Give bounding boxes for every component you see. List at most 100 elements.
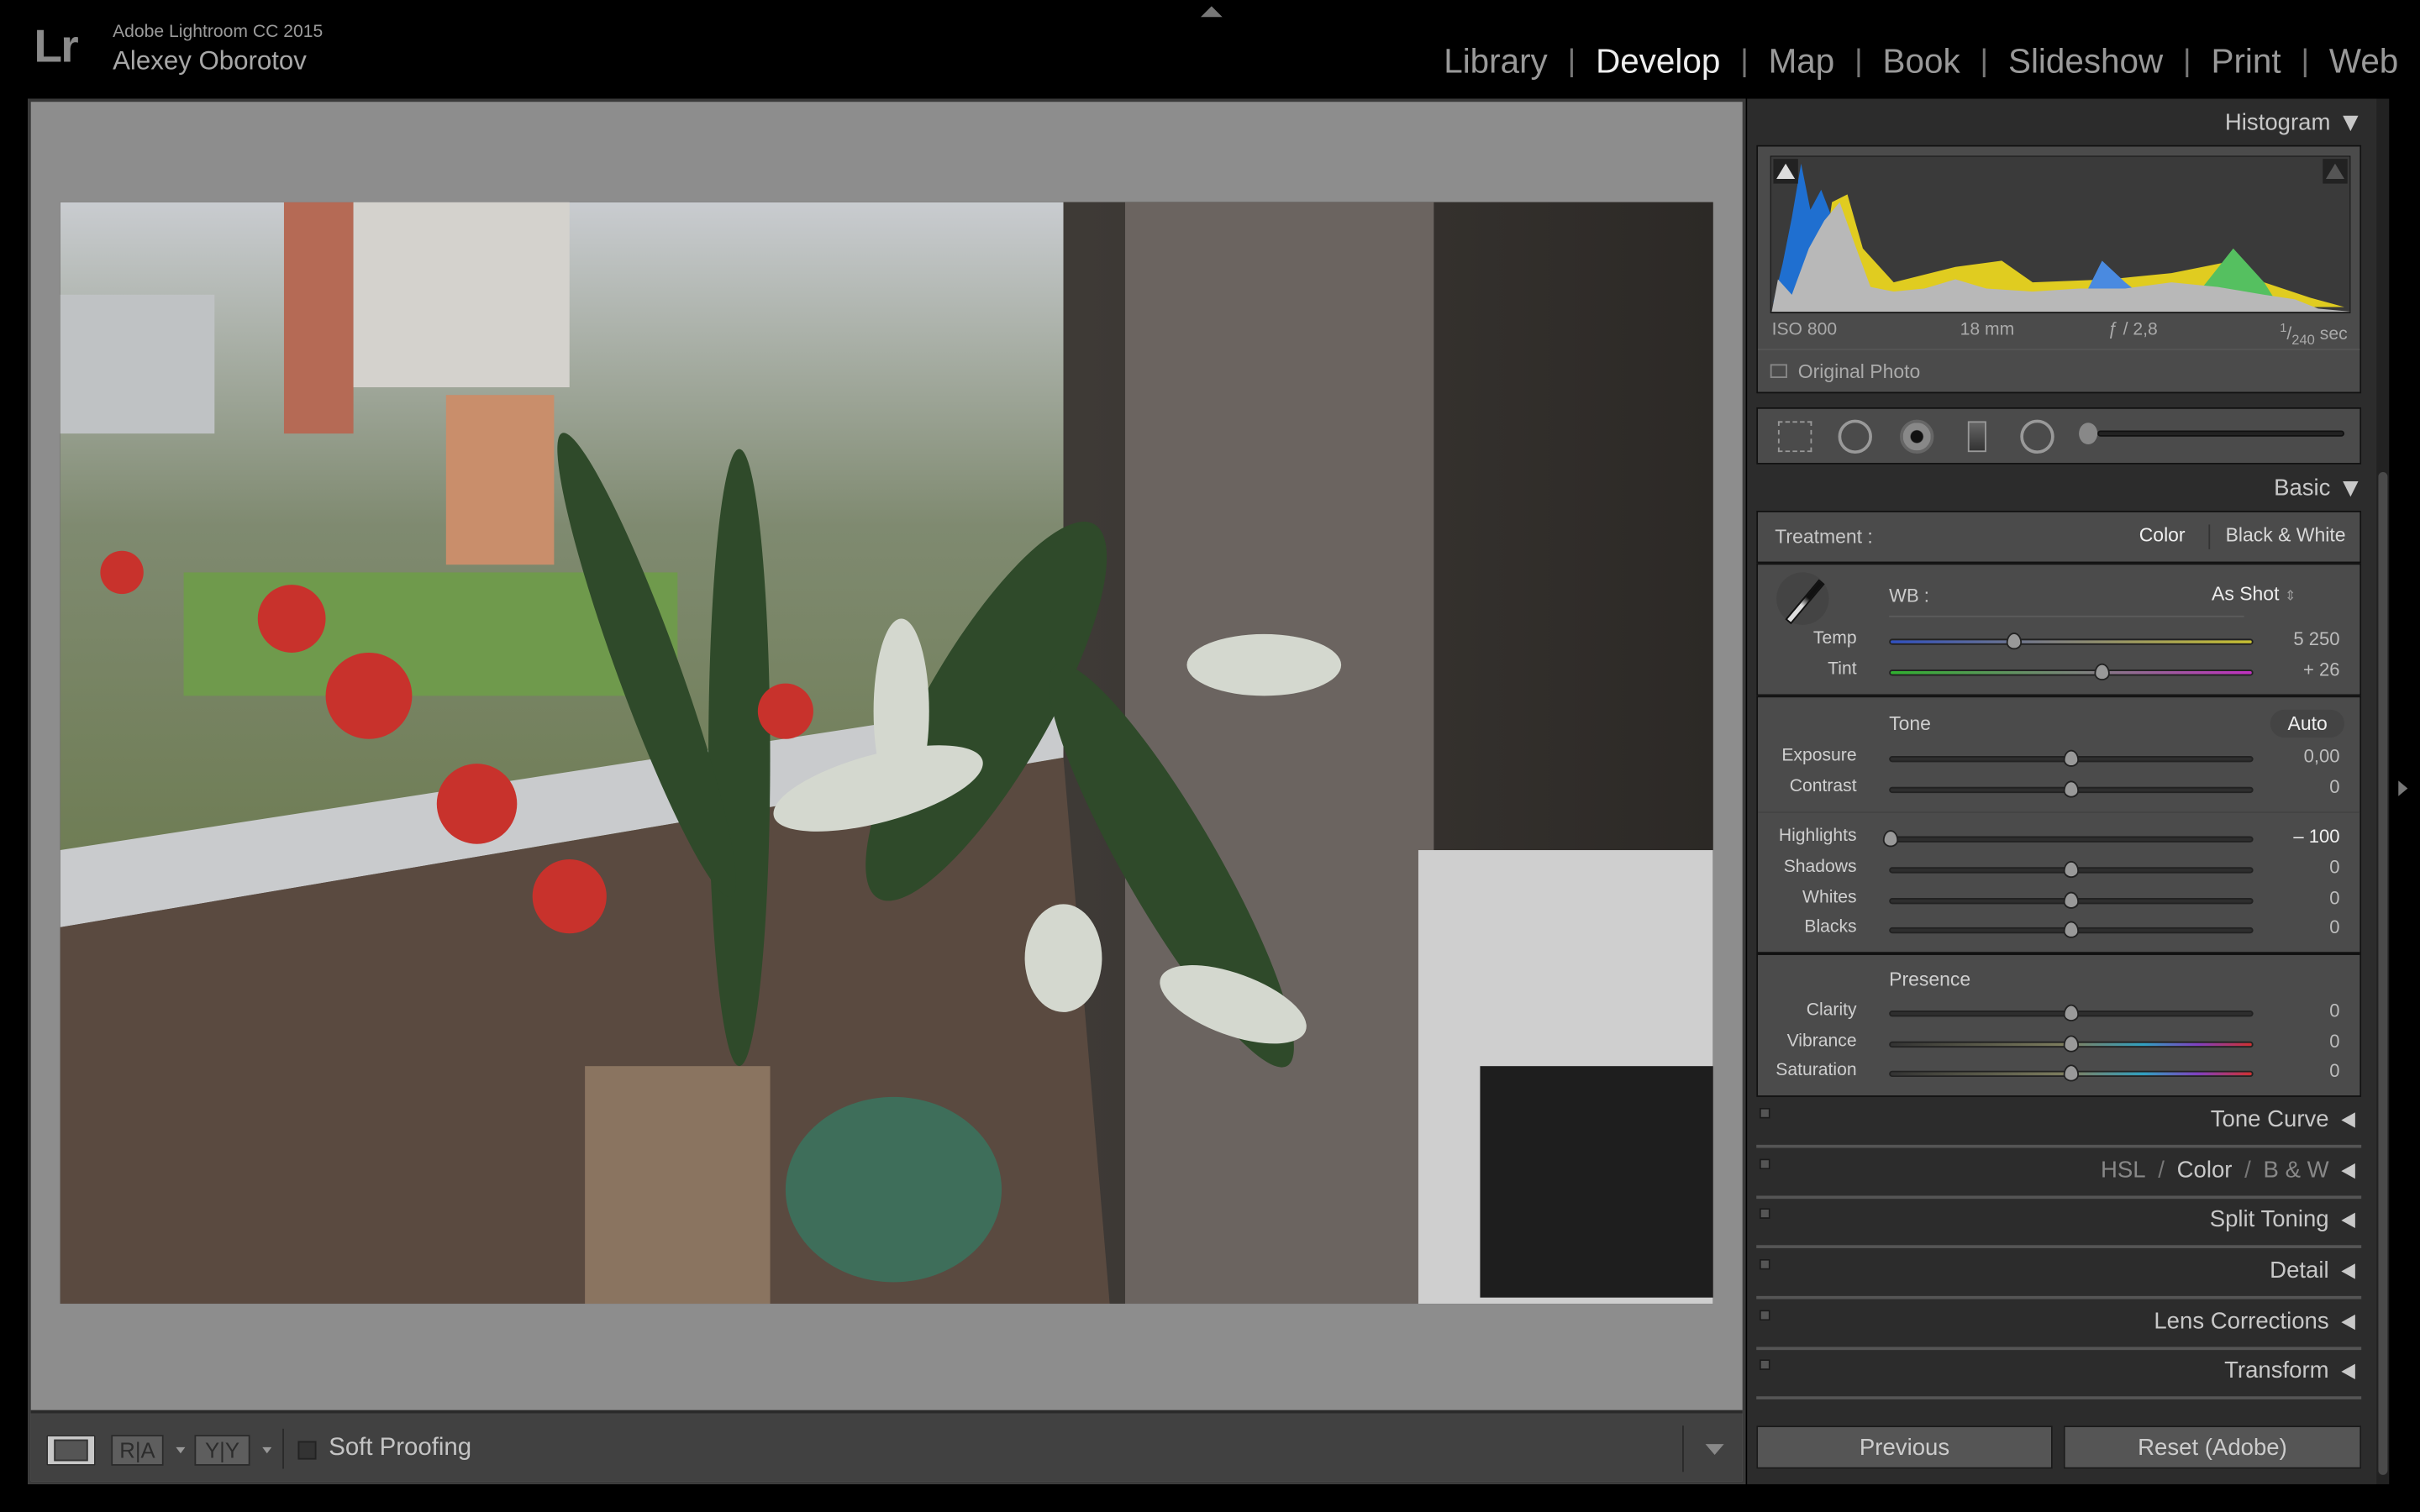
- panel-toggle-icon[interactable]: [1759, 1359, 1770, 1371]
- temp-slider-thumb[interactable]: [2005, 633, 2022, 650]
- shadows-value[interactable]: 0: [2329, 856, 2339, 878]
- lens-corrections-panel-header[interactable]: Lens Corrections: [1756, 1304, 2362, 1351]
- shadows-slider[interactable]: [1889, 860, 2254, 879]
- brush-handle: [2097, 430, 2345, 437]
- panel-toggle-icon[interactable]: [1759, 1310, 1770, 1321]
- panel-toggle-icon[interactable]: [1759, 1208, 1770, 1220]
- before-after-tb-dropdown-icon[interactable]: [262, 1446, 272, 1454]
- temp-value[interactable]: 5 250: [2293, 628, 2339, 650]
- tint-slider[interactable]: [1889, 663, 2254, 681]
- clarity-slider[interactable]: [1889, 1004, 2254, 1021]
- treatment-color-button[interactable]: Color: [2139, 524, 2186, 546]
- wb-dropdown[interactable]: As Shot ⇕: [2212, 583, 2296, 605]
- contrast-slider-thumb[interactable]: [2063, 780, 2080, 798]
- before-after-tb-button[interactable]: Y|Y: [194, 1435, 250, 1466]
- expand-icon: [2341, 1313, 2355, 1330]
- hsl-tab[interactable]: HSL: [2101, 1158, 2146, 1184]
- contrast-slider[interactable]: [1889, 780, 2254, 798]
- photo-image: [60, 202, 1713, 1305]
- panel-toggle-icon[interactable]: [1759, 1258, 1770, 1270]
- module-slideshow[interactable]: Slideshow: [2008, 42, 2163, 82]
- shadows-slider-thumb[interactable]: [2063, 860, 2080, 879]
- bw-tab[interactable]: B & W: [2264, 1158, 2329, 1184]
- wb-selector-eyedropper-icon[interactable]: [1776, 572, 1829, 625]
- exposure-slider-thumb[interactable]: [2063, 749, 2080, 767]
- focal-length: 18 mm: [1960, 321, 2015, 340]
- highlights-slider[interactable]: [1882, 830, 2254, 848]
- collapse-right-panel-icon[interactable]: [2398, 780, 2408, 796]
- whites-slider-thumb[interactable]: [2063, 891, 2080, 909]
- saturation-value[interactable]: 0: [2329, 1060, 2339, 1082]
- reset-button[interactable]: Reset (Adobe): [2063, 1425, 2362, 1469]
- scrollbar-thumb[interactable]: [2378, 472, 2388, 1475]
- expand-icon: [2341, 1162, 2355, 1179]
- lens-corrections-title: Lens Corrections: [2154, 1308, 2329, 1335]
- blacks-value[interactable]: 0: [2329, 916, 2339, 938]
- histogram-title: Histogram: [2224, 109, 2331, 136]
- soft-proofing-checkbox[interactable]: [297, 1441, 317, 1460]
- blacks-label: Blacks: [1804, 917, 1857, 937]
- previous-button[interactable]: Previous: [1756, 1425, 2053, 1469]
- module-book[interactable]: Book: [1883, 42, 1960, 82]
- saturation-slider[interactable]: [1889, 1064, 2254, 1082]
- exposure-value[interactable]: 0,00: [2304, 745, 2340, 767]
- hsl-panel-header[interactable]: HSL / Color / B & W: [1756, 1152, 2362, 1200]
- aperture: ƒ / 2,8: [2107, 321, 2158, 340]
- spot-removal-icon[interactable]: [1838, 419, 1872, 454]
- histogram-header[interactable]: Histogram: [2224, 109, 2359, 136]
- blacks-slider-thumb[interactable]: [2063, 921, 2080, 938]
- photo[interactable]: [60, 202, 1713, 1305]
- loupe-view-button[interactable]: [46, 1435, 96, 1466]
- tint-slider-thumb[interactable]: [2095, 663, 2111, 681]
- detail-panel-header[interactable]: Detail: [1756, 1252, 2362, 1299]
- adjustment-brush-icon[interactable]: [2079, 423, 2098, 444]
- collapse-top-icon[interactable]: [1200, 6, 1223, 18]
- split-toning-panel-header[interactable]: Split Toning: [1756, 1202, 2362, 1248]
- lr-logo: Lr: [34, 21, 78, 73]
- blacks-slider[interactable]: [1889, 921, 2254, 938]
- tone-curve-panel-header[interactable]: Tone Curve: [1756, 1101, 2362, 1148]
- module-library[interactable]: Library: [1444, 42, 1548, 82]
- shutter-speed: 1/240 sec: [2280, 321, 2348, 348]
- vibrance-slider-thumb[interactable]: [2063, 1035, 2080, 1053]
- histogram-graph[interactable]: [1770, 155, 2351, 313]
- vibrance-slider[interactable]: [1889, 1035, 2254, 1053]
- panel-toggle-icon[interactable]: [1759, 1107, 1770, 1119]
- red-eye-icon[interactable]: [1900, 419, 1934, 454]
- module-map[interactable]: Map: [1769, 42, 1835, 82]
- radial-filter-icon[interactable]: [2020, 419, 2054, 454]
- shutter-numerator: 1: [2280, 321, 2287, 335]
- whites-value[interactable]: 0: [2329, 887, 2339, 909]
- temp-slider[interactable]: [1889, 633, 2254, 650]
- graduated-filter-icon[interactable]: [1967, 421, 1986, 453]
- contrast-value[interactable]: 0: [2329, 776, 2339, 798]
- color-tab[interactable]: Color: [2177, 1158, 2233, 1184]
- toolbar-menu-icon[interactable]: [1705, 1444, 1724, 1456]
- app-title: Adobe Lightroom CC 2015: [113, 23, 324, 42]
- expand-icon: [2341, 1211, 2355, 1228]
- highlights-slider-thumb[interactable]: [1882, 830, 1899, 848]
- before-after-lr-button[interactable]: R|A: [111, 1435, 164, 1466]
- module-print[interactable]: Print: [2211, 42, 2281, 82]
- treatment-bw-button[interactable]: Black & White: [2226, 524, 2346, 546]
- clarity-slider-thumb[interactable]: [2063, 1004, 2080, 1021]
- exposure-label: Exposure: [1781, 746, 1857, 766]
- module-web[interactable]: Web: [2329, 42, 2398, 82]
- vibrance-value[interactable]: 0: [2329, 1031, 2339, 1053]
- whites-slider[interactable]: [1889, 891, 2254, 909]
- auto-tone-button[interactable]: Auto: [2270, 709, 2345, 738]
- exposure-slider[interactable]: [1889, 749, 2254, 767]
- crop-overlay-icon[interactable]: [1777, 421, 1812, 453]
- highlights-value[interactable]: – 100: [2293, 826, 2339, 848]
- saturation-slider-thumb[interactable]: [2063, 1064, 2080, 1082]
- expand-icon: [2341, 1111, 2355, 1127]
- transform-panel-header[interactable]: Transform: [1756, 1353, 2362, 1399]
- original-photo-checkbox[interactable]: [1770, 364, 1787, 379]
- tint-label: Tint: [1828, 660, 1857, 680]
- module-develop[interactable]: Develop: [1596, 42, 1720, 82]
- before-after-lr-dropdown-icon[interactable]: [176, 1446, 186, 1454]
- tint-value[interactable]: + 26: [2303, 659, 2340, 680]
- panel-toggle-icon[interactable]: [1759, 1158, 1770, 1170]
- clarity-value[interactable]: 0: [2329, 1000, 2339, 1021]
- basic-header[interactable]: Basic: [2274, 475, 2359, 501]
